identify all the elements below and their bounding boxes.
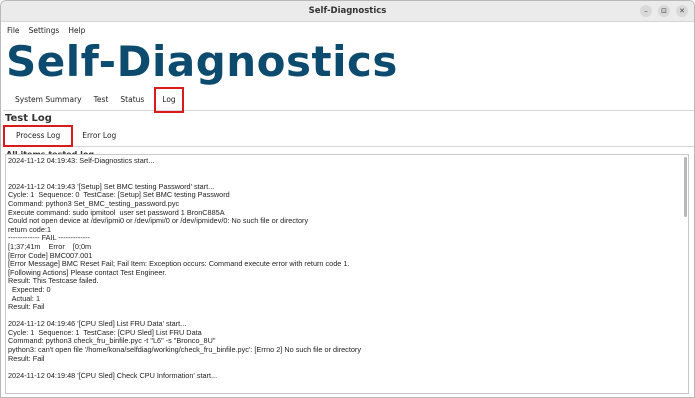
log-line: Actual: 1: [8, 293, 41, 303]
tab-system-summary[interactable]: System Summary: [9, 91, 88, 109]
log-line: Result: Fail: [8, 302, 45, 312]
log-line: 2024-11-12 04:19:48 '[CPU Sled] Check CP…: [8, 370, 218, 380]
close-icon[interactable]: ✕: [676, 5, 688, 17]
section-title: Test Log: [5, 113, 52, 124]
window-title: Self-Diagnostics: [308, 6, 387, 16]
main-tabs: System Summary Test Status Log: [9, 87, 694, 113]
log-line: ------------- FAIL -------------: [8, 233, 90, 243]
window-controls: – ⊡ ✕: [640, 5, 688, 17]
log-scrollbar[interactable]: [680, 155, 688, 393]
maximize-icon[interactable]: ⊡: [658, 5, 670, 17]
log-line: [Following Actions] Please contact Test …: [8, 267, 167, 277]
tab-error-log[interactable]: Error Log: [73, 128, 125, 144]
log-line: python3: can't open file '/home/kona/sel…: [8, 345, 361, 355]
title-bar: Self-Diagnostics – ⊡ ✕: [1, 1, 694, 22]
menu-file[interactable]: File: [7, 26, 20, 35]
tab-status[interactable]: Status: [114, 91, 150, 109]
menu-help[interactable]: Help: [68, 26, 85, 35]
log-line: Result: This Testcase failed.: [8, 276, 99, 286]
log-line: return code:1: [8, 224, 51, 234]
tab-process-log[interactable]: Process Log: [3, 125, 74, 147]
log-line: 2024-11-12 04:19:43: Self-Diagnostics st…: [8, 156, 155, 165]
log-subtabs: Process Log Error Log: [3, 125, 694, 147]
tabs-divider: [3, 110, 694, 111]
log-textarea[interactable]: 2024-11-12 04:19:43: Self-Diagnostics st…: [5, 154, 689, 394]
log-line: [1;37;41m Error [0;0m: [8, 241, 92, 251]
log-line: Expected: 0: [8, 284, 51, 294]
menu-settings[interactable]: Settings: [29, 26, 60, 35]
log-line: Result: Fail: [8, 353, 45, 363]
app-title: Self-Diagnostics: [6, 37, 398, 86]
log-content: 2024-11-12 04:19:43: Self-Diagnostics st…: [6, 155, 688, 382]
tab-test[interactable]: Test: [88, 91, 115, 109]
scroll-thumb[interactable]: [684, 157, 687, 217]
app-window: Self-Diagnostics – ⊡ ✕ File Settings Hel…: [0, 0, 695, 398]
minimize-icon[interactable]: –: [640, 5, 652, 17]
tab-log[interactable]: Log: [154, 87, 184, 113]
log-line: Could not open device at /dev/ipmi0 or /…: [8, 216, 309, 226]
